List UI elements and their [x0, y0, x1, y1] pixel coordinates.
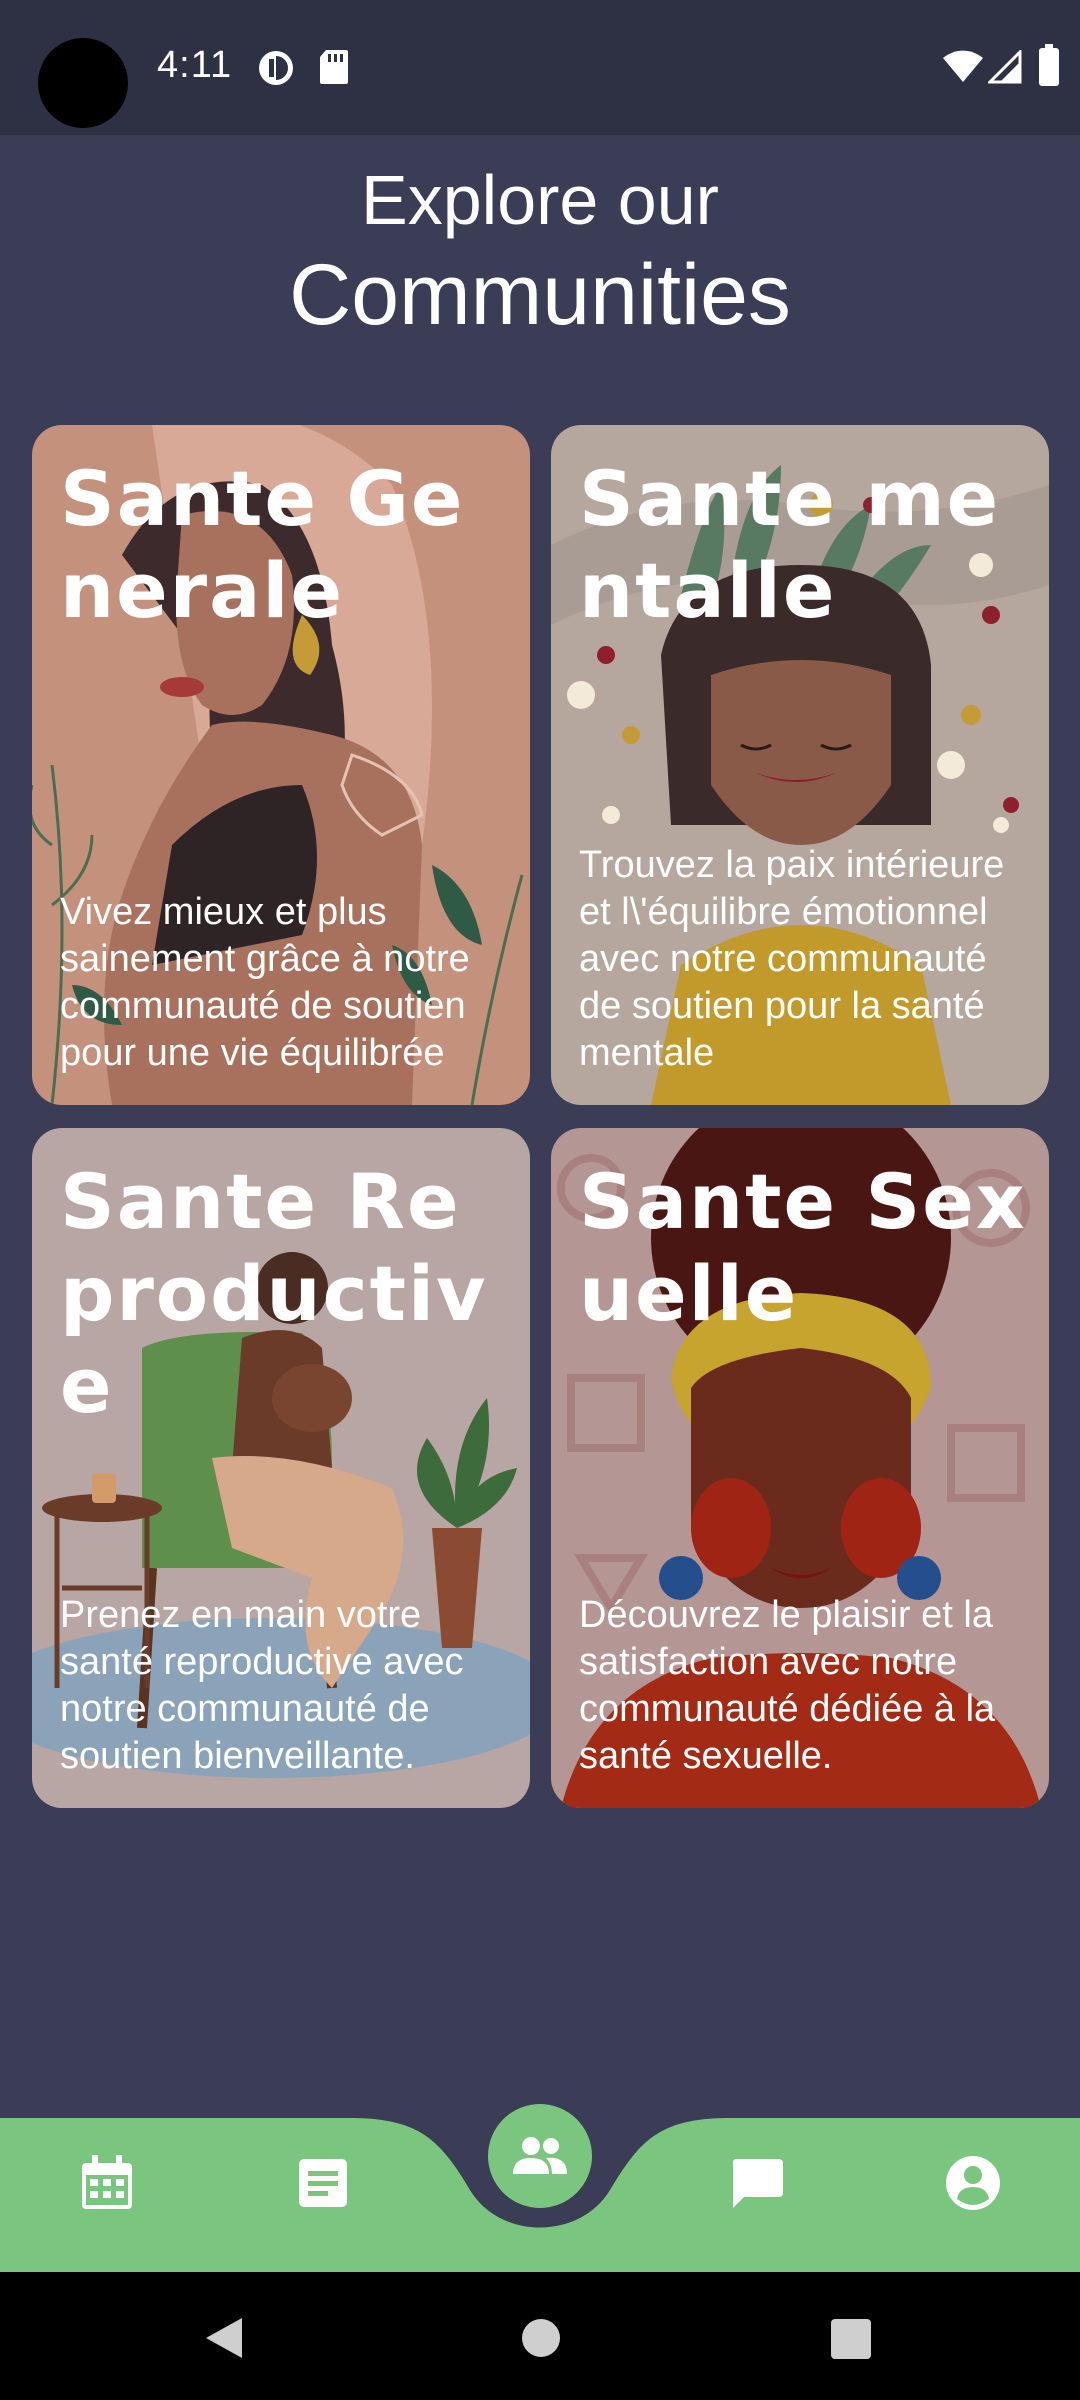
nav-profile[interactable]	[938, 2148, 1008, 2218]
recents-icon[interactable]	[830, 2318, 872, 2360]
card-title: Sante Generale	[60, 454, 465, 635]
community-card-sante-sexuelle[interactable]: Sante Sexuelle Découvrez le plaisir et l…	[551, 1128, 1049, 1808]
title-line-1: Explore our	[361, 161, 719, 239]
status-bar: 4:11	[0, 0, 1080, 135]
article-icon	[299, 2159, 347, 2207]
community-card-sante-mentalle[interactable]: Sante mentalle Trouvez la paix intérieur…	[551, 425, 1049, 1105]
nav-calendar[interactable]	[72, 2148, 142, 2218]
community-card-sante-generale[interactable]: Sante Generale Vivez mieux et plus saine…	[32, 425, 530, 1105]
page-title: Explore our Communities	[0, 155, 1080, 345]
groups-icon	[513, 2137, 567, 2174]
system-nav-bar	[0, 2272, 1080, 2400]
card-description: Prenez en main votre santé reproductive …	[60, 1594, 464, 1777]
circle-half-icon	[259, 51, 293, 85]
home-icon[interactable]	[521, 2318, 561, 2358]
camera-cutout	[38, 38, 128, 128]
card-title: Sante Reproductive	[60, 1157, 488, 1430]
wifi-icon	[943, 50, 983, 82]
back-icon[interactable]	[204, 2316, 244, 2360]
nav-communities[interactable]	[488, 2104, 592, 2208]
account-icon	[946, 2156, 1000, 2210]
nav-articles[interactable]	[288, 2148, 358, 2218]
nav-messages[interactable]	[722, 2148, 792, 2218]
card-description: Trouvez la paix intérieure et l\'équilib…	[579, 844, 1005, 1074]
title-line-2: Communities	[289, 247, 791, 343]
chat-icon	[732, 2159, 783, 2208]
card-title: Sante Sexuelle	[579, 1157, 1027, 1338]
status-time: 4:11	[157, 44, 233, 86]
sd-card-icon	[320, 50, 348, 84]
calendar-icon	[82, 2155, 132, 2209]
card-title: Sante mentalle	[579, 454, 1001, 635]
card-description: Découvrez le plaisir et la satisfaction …	[579, 1594, 996, 1777]
community-card-sante-reproductive[interactable]: Sante Reproductive Prenez en main votre …	[32, 1128, 530, 1808]
card-description: Vivez mieux et plus sainement grâce à no…	[60, 891, 470, 1074]
signal-icon	[988, 50, 1022, 84]
battery-icon	[1039, 44, 1059, 86]
